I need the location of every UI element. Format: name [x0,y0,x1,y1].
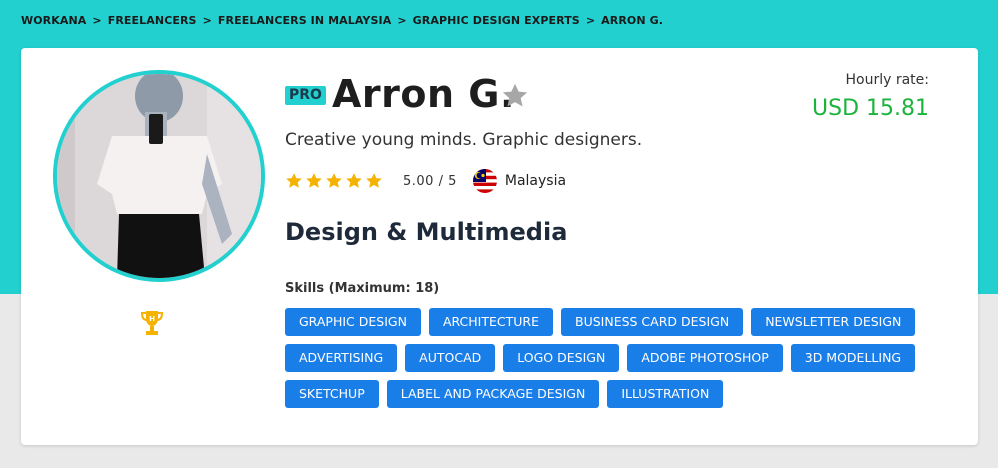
skill-tag[interactable]: AUTOCAD [405,344,496,372]
hourly-rate-label: Hourly rate: [845,72,929,88]
rating-star-icon [326,173,342,188]
breadcrumb-current: ARRON G. [601,14,664,27]
rating-score: 5.00 / 5 [403,173,457,189]
rating-row: 5.00 / 5 Malaysia [285,169,566,193]
svg-text:H: H [149,315,155,323]
profile-tagline: Creative young minds. Graphic designers. [285,130,643,150]
malaysia-flag-icon [472,169,497,193]
skill-tag[interactable]: NEWSLETTER DESIGN [751,308,916,336]
skill-tag[interactable]: ADOBE PHOTOSHOP [627,344,783,372]
skill-tag[interactable]: 3D MODELLING [790,344,916,372]
breadcrumb-freelancers-malaysia[interactable]: FREELANCERS IN MALAYSIA [218,14,391,27]
skill-tag[interactable]: ADVERTISING [285,344,398,372]
rating-star-icon [346,173,362,188]
rating-star-icon [306,173,322,188]
profile-card: H PRO Arron G. Creative young minds. Gra… [21,48,978,445]
profile-category: Design & Multimedia [285,218,568,246]
breadcrumb-separator: > [397,14,407,27]
breadcrumb-freelancers[interactable]: FREELANCERS [108,14,197,27]
skills-title: Skills (Maximum: 18) [285,281,440,296]
avatar [53,70,265,282]
breadcrumb-separator: > [585,14,596,27]
country-label: Malaysia [504,173,567,189]
trophy-icon: H [141,311,163,335]
skill-tag[interactable]: SKETCHUP [285,380,379,408]
rating-stars [285,172,383,190]
breadcrumb-workana[interactable]: WORKANA [21,14,86,27]
skill-tag[interactable]: GRAPHIC DESIGN [285,308,421,336]
skill-tag[interactable]: LABEL AND PACKAGE DESIGN [386,380,600,408]
avatar-photo [57,74,261,278]
skill-tag[interactable]: LOGO DESIGN [503,344,620,372]
breadcrumb-separator: > [92,14,102,27]
rating-star-icon [366,173,382,188]
breadcrumb-graphic-design-experts[interactable]: GRAPHIC DESIGN EXPERTS [413,14,580,27]
pro-badge: PRO [285,86,326,105]
skill-tag[interactable]: BUSINESS CARD DESIGN [561,308,744,336]
hourly-rate-value: USD 15.81 [812,96,929,121]
rating-star-icon [286,173,302,188]
breadcrumb: WORKANA > FREELANCERS > FREELANCERS IN M… [21,14,663,27]
skill-tag[interactable]: ILLUSTRATION [607,380,724,408]
skill-tag[interactable]: ARCHITECTURE [428,308,553,336]
skills-list: GRAPHIC DESIGN ARCHITECTURE BUSINESS CAR… [285,308,925,408]
breadcrumb-separator: > [202,14,212,27]
freelancer-name: Arron G. [332,72,515,116]
favorite-star-icon[interactable] [501,82,529,110]
